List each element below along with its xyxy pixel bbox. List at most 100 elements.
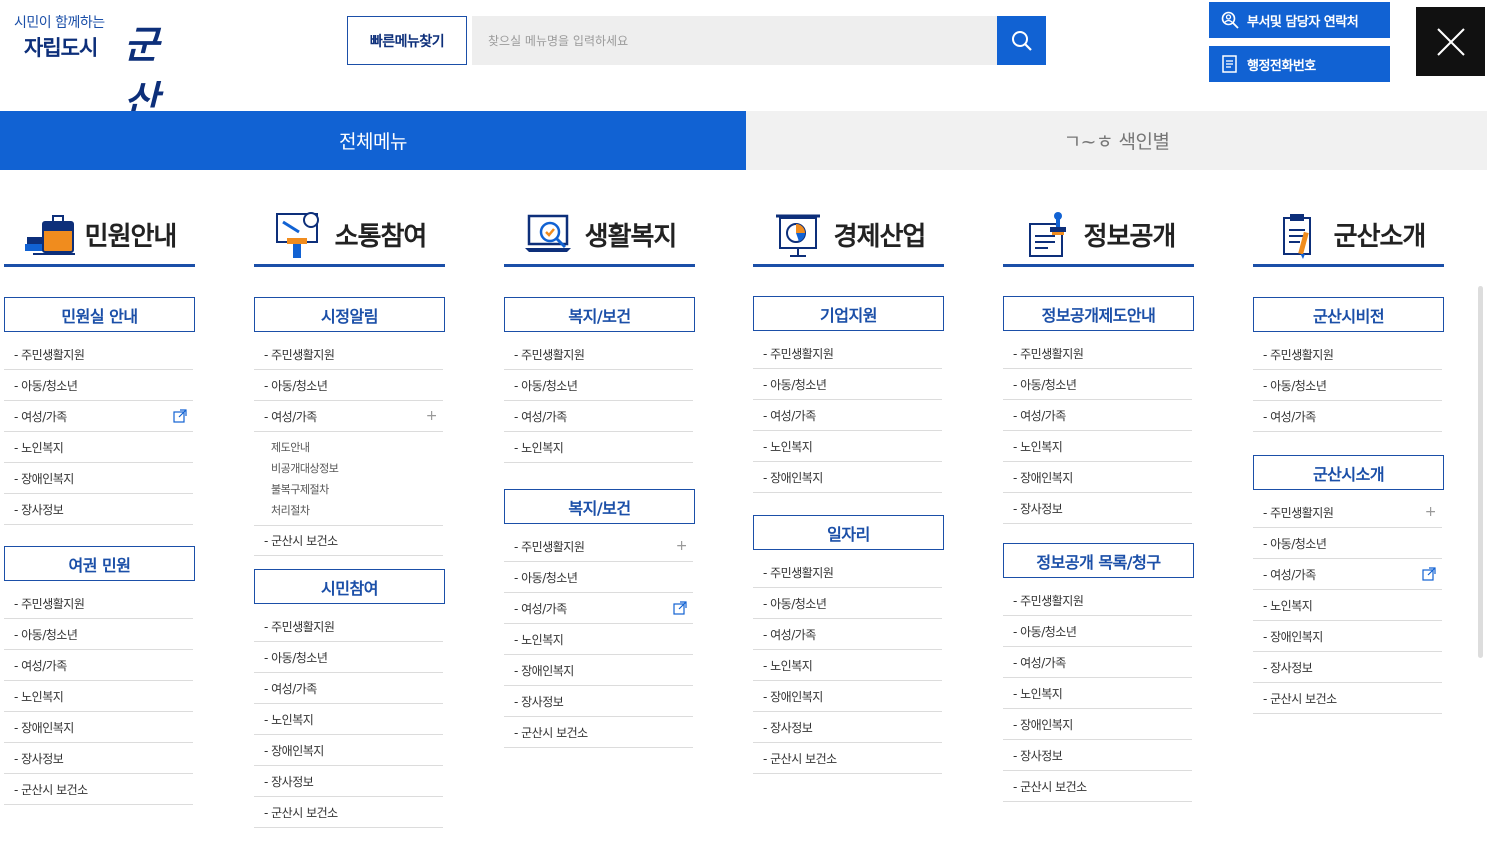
menu-item[interactable]: - 아동/청소년 — [1253, 528, 1442, 559]
menu-item[interactable]: - 아동/청소년 — [1003, 616, 1192, 647]
menu-item[interactable]: - 여성/가족 — [4, 401, 193, 432]
menu-item[interactable]: - 노인복지 — [1003, 678, 1192, 709]
group-title[interactable]: 기업지원 — [753, 296, 944, 331]
quick-menu-button[interactable]: 빠른메뉴찾기 — [347, 16, 467, 65]
column-header[interactable]: 생활복지 — [504, 205, 695, 267]
menu-item[interactable]: - 여성/가족 — [1003, 400, 1192, 431]
expand-plus-icon[interactable]: + — [1425, 505, 1437, 519]
menu-item[interactable]: - 장애인복지 — [4, 712, 193, 743]
menu-item[interactable]: - 군산시 보건소 — [4, 774, 193, 805]
menu-item[interactable]: - 장애인복지 — [1003, 462, 1192, 493]
menu-item[interactable]: - 장사정보 — [1003, 493, 1192, 524]
menu-item[interactable]: - 주민생활지원 — [753, 557, 942, 588]
column-header[interactable]: 정보공개 — [1003, 205, 1194, 267]
menu-item[interactable]: - 아동/청소년 — [504, 562, 693, 593]
menu-item[interactable]: - 군산시 보건소 — [1253, 683, 1442, 714]
column-header[interactable]: 민원안내 — [4, 205, 195, 267]
menu-item[interactable]: - 노인복지 — [254, 704, 443, 735]
menu-item[interactable]: - 장애인복지 — [1253, 621, 1442, 652]
menu-item[interactable]: - 주민생활지원 — [4, 588, 193, 619]
dept-contact-button[interactable]: 부서및 담당자 연락처 — [1209, 2, 1390, 38]
menu-item[interactable]: - 군산시 보건소 — [753, 743, 942, 774]
menu-item[interactable]: - 장사정보 — [504, 686, 693, 717]
menu-item[interactable]: - 장애인복지 — [4, 463, 193, 494]
menu-item[interactable]: - 아동/청소년 — [4, 370, 193, 401]
group-title[interactable]: 일자리 — [753, 515, 944, 550]
menu-item[interactable]: - 주민생활지원 — [753, 338, 942, 369]
menu-item[interactable]: - 여성/가족 — [504, 593, 693, 624]
menu-item[interactable]: - 아동/청소년 — [1003, 369, 1192, 400]
menu-item[interactable]: - 노인복지 — [504, 432, 693, 463]
menu-item[interactable]: - 노인복지 — [753, 650, 942, 681]
submenu-item[interactable]: 제도안내 — [271, 439, 310, 455]
menu-item[interactable]: - 주민생활지원 — [254, 611, 443, 642]
menu-item[interactable]: - 아동/청소년 — [254, 642, 443, 673]
admin-phone-button[interactable]: 행정전화번호 — [1209, 46, 1390, 82]
menu-item[interactable]: - 여성/가족 — [753, 619, 942, 650]
menu-item[interactable]: - 노인복지 — [753, 431, 942, 462]
menu-item[interactable]: - 여성/가족 — [504, 401, 693, 432]
tab-all-menu[interactable]: 전체메뉴 — [0, 111, 746, 170]
menu-item[interactable]: - 노인복지 — [4, 432, 193, 463]
column-header[interactable]: 소통참여 — [254, 205, 445, 267]
group-title[interactable]: 시민참여 — [254, 569, 445, 604]
search-button[interactable] — [997, 16, 1046, 65]
menu-item[interactable]: - 주민생활지원 + — [504, 531, 693, 562]
menu-item[interactable]: - 군산시 보건소 — [504, 717, 693, 748]
menu-item[interactable]: - 장사정보 — [1253, 652, 1442, 683]
column-header[interactable]: 군산소개 — [1253, 205, 1444, 267]
menu-item[interactable]: - 장사정보 — [1003, 740, 1192, 771]
menu-item[interactable]: - 아동/청소년 — [753, 369, 942, 400]
group-title[interactable]: 군산시소개 — [1253, 455, 1444, 490]
column-header[interactable]: 경제산업 — [753, 205, 944, 267]
gunsan-logo[interactable]: 시민이 함께하는 자립도시 군산 — [12, 12, 182, 122]
menu-item[interactable]: - 장애인복지 — [504, 655, 693, 686]
menu-item[interactable]: - 여성/가족 — [4, 650, 193, 681]
menu-item[interactable]: - 주민생활지원 — [504, 339, 693, 370]
group-title[interactable]: 시정알림 — [254, 297, 445, 332]
menu-item[interactable]: - 노인복지 — [4, 681, 193, 712]
menu-item[interactable]: - 장애인복지 — [753, 462, 942, 493]
menu-item[interactable]: - 노인복지 — [504, 624, 693, 655]
menu-item[interactable]: - 여성/가족 — [1253, 559, 1442, 590]
expand-plus-icon[interactable]: + — [426, 409, 438, 423]
close-button[interactable] — [1416, 7, 1485, 76]
menu-item[interactable]: - 주민생활지원 — [4, 339, 193, 370]
menu-item[interactable]: - 여성/가족 — [254, 673, 443, 704]
vertical-scrollbar[interactable] — [1478, 286, 1483, 658]
menu-item[interactable]: - 군산시 보건소 — [254, 525, 443, 556]
submenu-item[interactable]: 처리절차 — [271, 502, 310, 518]
group-title[interactable]: 민원실 안내 — [4, 297, 195, 332]
menu-item[interactable]: - 장사정보 — [753, 712, 942, 743]
menu-item[interactable]: - 아동/청소년 — [4, 619, 193, 650]
menu-item[interactable]: - 주민생활지원 — [254, 339, 443, 370]
submenu-item[interactable]: 비공개대상정보 — [271, 460, 339, 476]
menu-item[interactable]: - 군산시 보건소 — [1003, 771, 1192, 802]
menu-item[interactable]: - 주민생활지원 + — [1253, 497, 1442, 528]
tab-index[interactable]: ㄱ~ㅎ 색인별 — [746, 111, 1487, 170]
menu-item[interactable]: - 아동/청소년 — [254, 370, 443, 401]
menu-item[interactable]: - 군산시 보건소 — [254, 797, 443, 828]
menu-search-input[interactable] — [472, 16, 998, 65]
menu-item[interactable]: - 주민생활지원 — [1253, 339, 1442, 370]
menu-item[interactable]: - 장사정보 — [4, 743, 193, 774]
menu-item[interactable]: - 장애인복지 — [1003, 709, 1192, 740]
group-title[interactable]: 복지/보건 — [504, 297, 695, 332]
menu-item[interactable]: - 주민생활지원 — [1003, 338, 1192, 369]
submenu-item[interactable]: 불복구제절차 — [271, 481, 329, 497]
group-title[interactable]: 복지/보건 — [504, 489, 695, 524]
menu-item[interactable]: - 노인복지 — [1253, 590, 1442, 621]
menu-item[interactable]: - 여성/가족 — [1253, 401, 1442, 432]
menu-item[interactable]: - 장애인복지 — [753, 681, 942, 712]
menu-item[interactable]: - 아동/청소년 — [504, 370, 693, 401]
menu-item[interactable]: - 여성/가족 — [1003, 647, 1192, 678]
group-title[interactable]: 여권 민원 — [4, 546, 195, 581]
group-title[interactable]: 군산시비전 — [1253, 297, 1444, 332]
group-title[interactable]: 정보공개 목록/청구 — [1003, 543, 1194, 578]
group-title[interactable]: 정보공개제도안내 — [1003, 296, 1194, 331]
menu-item[interactable]: - 장사정보 — [254, 766, 443, 797]
menu-item[interactable]: - 여성/가족 — [753, 400, 942, 431]
expand-plus-icon[interactable]: + — [676, 539, 688, 553]
menu-item[interactable]: - 아동/청소년 — [1253, 370, 1442, 401]
menu-item[interactable]: - 주민생활지원 — [1003, 585, 1192, 616]
